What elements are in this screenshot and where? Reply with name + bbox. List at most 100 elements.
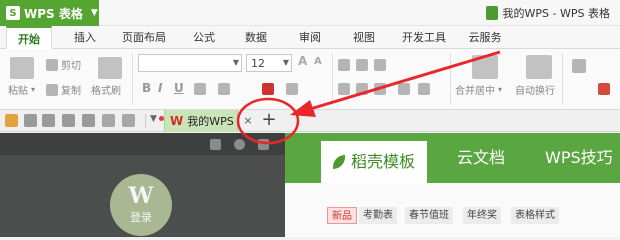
close-tab-button[interactable]: × (240, 110, 256, 132)
ribbon-divider (450, 53, 451, 105)
indent-icon[interactable] (398, 83, 410, 95)
tab-page-layout[interactable]: 页面布局 (116, 26, 172, 49)
app-menu-button[interactable]: S WPS 表格 ▼ (0, 0, 99, 26)
tag-table-styles[interactable]: 表格样式 (511, 207, 559, 224)
cut-button[interactable]: 剪切 (46, 57, 81, 72)
ribbon-tabs: 开始 插入 页面布局 公式 数据 审阅 视图 开发工具 云服务 (0, 26, 620, 49)
format-painter-button[interactable]: 格式刷 (91, 82, 121, 97)
save-icon[interactable] (24, 114, 37, 127)
undo-icon[interactable] (102, 114, 115, 127)
align-center-icon[interactable] (356, 83, 368, 95)
wps-home-logo-icon: W (170, 114, 184, 128)
tab-view[interactable]: 视图 (344, 26, 384, 49)
scissors-icon (46, 58, 58, 71)
format-painter-icon[interactable] (98, 57, 122, 79)
ribbon-toolbar: 粘贴 ▾ 剪切 复制 格式刷 ▼ 12 ▼ A A B I U 合并居中 ▾ 自动换… (0, 49, 620, 110)
tab-wps-tips[interactable]: WPS技巧 (545, 133, 613, 183)
wrap-text-label: 自动换行 (515, 86, 555, 97)
window-title-text: 我的WPS - WPS 表格 (502, 7, 610, 20)
align-right-icon[interactable] (374, 83, 386, 95)
chevron-down-icon: ▼ (282, 58, 289, 67)
format-painter-label: 格式刷 (91, 86, 121, 97)
print-preview-icon[interactable] (82, 114, 95, 127)
merge-center-button[interactable]: 合并居中 ▾ (455, 82, 502, 97)
copy-button[interactable]: 复制 (46, 82, 81, 97)
customize-quick-access-icon[interactable]: ▼ (150, 114, 157, 124)
tab-developer[interactable]: 开发工具 (396, 26, 452, 49)
document-tab-label: 我的WPS (187, 115, 234, 128)
chevron-down-icon: ▼ (232, 58, 239, 67)
font-color-icon[interactable] (262, 83, 274, 95)
tab-data[interactable]: 数据 (236, 26, 276, 49)
borders-icon[interactable] (194, 83, 206, 95)
title-bar: S WPS 表格 ▼ 我的WPS - WPS 表格 (0, 0, 620, 26)
font-name-combo[interactable]: ▼ (138, 54, 242, 72)
italic-button[interactable]: I (158, 81, 162, 95)
user-panel: W 登录 (0, 133, 285, 237)
align-left-icon[interactable] (338, 83, 350, 95)
ribbon-divider (132, 53, 133, 105)
home-content-panel: 稻壳模板 云文档 WPS技巧 新品 考勤表 春节值班 年终奖 表格样式 (285, 133, 620, 237)
number-format-icon[interactable] (572, 59, 586, 73)
copy-label: 复制 (61, 86, 81, 97)
window-title: 我的WPS - WPS 表格 (485, 0, 610, 26)
merge-center-icon[interactable] (472, 55, 498, 79)
wps-avatar-logo-icon: W (128, 183, 154, 209)
wrap-text-button[interactable]: 自动换行 (515, 82, 555, 97)
print-icon[interactable] (62, 114, 75, 127)
font-size-value: 12 (251, 56, 265, 70)
ribbon-divider (332, 53, 333, 105)
tab-insert[interactable]: 插入 (66, 26, 104, 49)
font-grow-button[interactable]: A (298, 54, 307, 68)
merge-center-label: 合并居中 (455, 86, 495, 97)
font-size-combo[interactable]: 12 ▼ (246, 54, 292, 72)
tab-review[interactable]: 审阅 (290, 26, 330, 49)
open-folder-icon[interactable] (5, 114, 18, 127)
wps-logo-icon: S (6, 6, 20, 20)
content-tabs-bar: 稻壳模板 云文档 WPS技巧 (285, 133, 620, 183)
align-bottom-icon[interactable] (374, 59, 386, 71)
new-tab-button[interactable]: + (259, 108, 279, 132)
ribbon-divider (562, 53, 563, 105)
paste-label: 粘贴 (8, 86, 28, 97)
tag-year-end-bonus[interactable]: 年终奖 (463, 207, 501, 224)
bold-button[interactable]: B (142, 81, 151, 95)
leaf-icon (333, 155, 345, 169)
grid-menu-icon[interactable] (258, 139, 269, 150)
tab-home[interactable]: 开始 (6, 26, 52, 49)
fill-color-icon[interactable] (218, 83, 230, 95)
tab-formulas[interactable]: 公式 (184, 26, 224, 49)
app-name: WPS 表格 (24, 6, 83, 21)
outdent-icon[interactable] (418, 83, 430, 95)
tag-spring-festival-duty[interactable]: 春节值班 (405, 207, 453, 224)
align-top-icon[interactable] (338, 59, 350, 71)
quick-access-bar: ▼ (0, 110, 620, 132)
document-icon (485, 6, 498, 20)
clear-format-icon[interactable] (286, 83, 298, 95)
login-avatar[interactable]: W 登录 (110, 174, 172, 236)
quick-access-divider (145, 114, 146, 128)
chevron-down-icon: ▼ (90, 8, 98, 18)
underline-button[interactable]: U (174, 81, 184, 95)
tag-attendance[interactable]: 考勤表 (359, 207, 397, 224)
tag-new[interactable]: 新品 (327, 207, 357, 224)
paste-icon[interactable] (10, 57, 34, 79)
align-middle-icon[interactable] (356, 59, 368, 71)
wrap-text-icon[interactable] (526, 55, 552, 79)
percent-icon[interactable] (598, 83, 610, 95)
lock-icon[interactable] (210, 139, 221, 150)
login-label: 登录 (130, 211, 152, 224)
tab-docer-templates[interactable]: 稻壳模板 (321, 141, 428, 183)
paste-button[interactable]: 粘贴 ▾ (8, 82, 35, 97)
cut-label: 剪切 (61, 61, 81, 72)
tab-cloud-docs[interactable]: 云文档 (457, 133, 505, 183)
redo-icon[interactable] (122, 114, 135, 127)
font-shrink-button[interactable]: A (314, 56, 322, 67)
copy-icon (46, 83, 58, 96)
chat-icon[interactable] (234, 139, 245, 150)
user-panel-toolbar (0, 133, 285, 155)
tab-cloud-service[interactable]: 云服务 (460, 26, 510, 49)
tab-docer-templates-label: 稻壳模板 (351, 152, 416, 171)
document-tab[interactable]: W 我的WPS (164, 110, 238, 132)
export-pdf-icon[interactable] (42, 114, 55, 127)
